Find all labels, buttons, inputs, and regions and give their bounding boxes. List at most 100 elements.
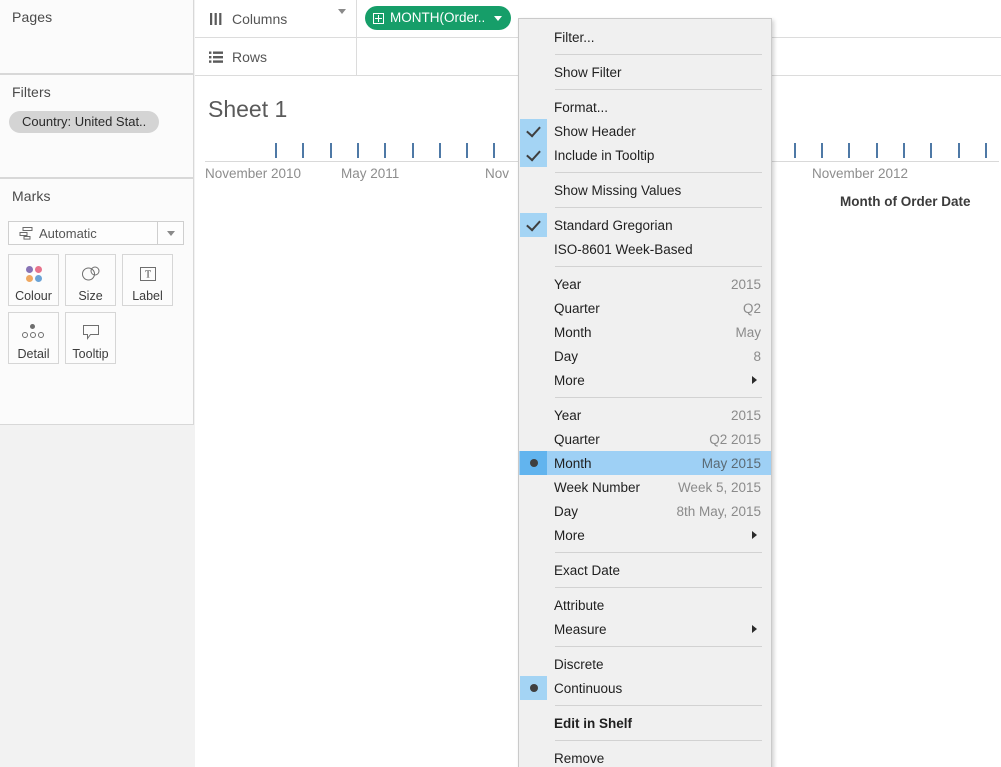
menu-item-label: Show Missing Values — [554, 182, 682, 198]
axis-tick — [848, 143, 851, 158]
menu-item-value: May — [735, 324, 761, 340]
size-circles-icon — [80, 262, 102, 286]
marks-type-dropdown[interactable]: Automatic — [8, 221, 184, 245]
axis-tick — [438, 143, 441, 158]
marks-size-button[interactable]: Size — [65, 254, 116, 306]
menu-separator — [555, 172, 762, 173]
menu-separator — [555, 266, 762, 267]
pill-month-order-date[interactable]: MONTH(Order.. — [365, 6, 512, 30]
menu-item-label: Show Filter — [554, 64, 622, 80]
marks-colour-button[interactable]: Colour — [8, 254, 59, 306]
menu-item[interactable]: Show Header — [519, 119, 771, 143]
axis-tick — [411, 143, 414, 158]
axis-tick-label: May 2011 — [341, 166, 400, 181]
menu-item-label: Month — [554, 455, 592, 471]
marks-type-chevron-down-icon[interactable] — [157, 222, 183, 244]
rows-shelf-label-box: Rows — [195, 38, 357, 75]
menu-item[interactable]: Quarter Q2 — [519, 296, 771, 320]
menu-item-value: Q2 — [742, 300, 761, 316]
axis-tick — [466, 143, 469, 158]
menu-item[interactable]: Standard Gregorian — [519, 213, 771, 237]
menu-item[interactable]: Show Filter — [519, 60, 771, 84]
menu-separator — [555, 705, 762, 706]
menu-item[interactable]: Continuous — [519, 676, 771, 700]
menu-item-label: Day — [554, 503, 579, 519]
menu-item-label: ISO-8601 Week-Based — [554, 241, 693, 257]
radio-dot-icon — [520, 676, 547, 700]
marks-label-button[interactable]: T Label — [122, 254, 173, 306]
menu-item-label: Month — [554, 324, 592, 340]
menu-item[interactable]: Discrete — [519, 652, 771, 676]
marks-detail-button[interactable]: Detail — [8, 312, 59, 364]
radio-dot-icon — [520, 451, 547, 475]
left-sidebar: Pages Filters Country: United Stat.. Mar… — [0, 0, 195, 767]
columns-icon — [205, 12, 227, 25]
x-axis-title: Month of Order Date — [840, 194, 971, 209]
columns-shelf-chevron-down-icon[interactable] — [338, 9, 346, 32]
menu-item[interactable]: Filter... — [519, 25, 771, 49]
menu-item-label: Year — [554, 407, 582, 423]
marks-colour-label: Colour — [15, 289, 52, 303]
menu-item[interactable]: Day 8 — [519, 344, 771, 368]
marks-tooltip-label: Tooltip — [72, 347, 109, 361]
axis-tick — [356, 143, 359, 158]
menu-separator — [555, 646, 762, 647]
menu-item[interactable]: More — [519, 368, 771, 392]
menu-item-label: More — [554, 372, 585, 388]
filter-pill-country[interactable]: Country: United Stat.. — [9, 111, 160, 133]
axis-tick — [902, 143, 905, 158]
menu-item-label: Quarter — [554, 300, 600, 316]
axis-tick — [875, 143, 878, 158]
checkmark-icon — [520, 119, 547, 143]
columns-shelf-name: Columns — [232, 10, 288, 27]
menu-item[interactable]: Attribute — [519, 593, 771, 617]
menu-item[interactable]: Include in Tooltip — [519, 143, 771, 167]
pages-card-title: Pages — [12, 9, 53, 25]
label-text-icon: T — [139, 262, 157, 286]
menu-item-label: Show Header — [554, 123, 636, 139]
menu-item-value: May 2015 — [701, 455, 761, 471]
menu-item[interactable]: Measure — [519, 617, 771, 641]
menu-item[interactable]: Year 2015 — [519, 403, 771, 427]
menu-item[interactable]: Remove — [519, 746, 771, 767]
chevron-right-icon — [752, 376, 757, 384]
detail-dots-icon — [21, 320, 47, 344]
menu-item[interactable]: Show Missing Values — [519, 178, 771, 202]
tableau-worksheet-window: Pages Filters Country: United Stat.. Mar… — [0, 0, 1001, 767]
menu-item-value: 8th May, 2015 — [676, 503, 761, 519]
menu-item[interactable]: Week Number Week 5, 2015 — [519, 475, 771, 499]
menu-item-label: Exact Date — [554, 562, 621, 578]
menu-item[interactable]: Exact Date — [519, 558, 771, 582]
menu-separator — [555, 552, 762, 553]
menu-item[interactable]: Format... — [519, 95, 771, 119]
menu-item[interactable]: ISO-8601 Week-Based — [519, 237, 771, 261]
chevron-right-icon — [752, 625, 757, 633]
columns-shelf-label-box: Columns — [195, 0, 357, 37]
axis-tick — [821, 143, 823, 158]
pill-chevron-down-icon[interactable] — [494, 16, 503, 21]
menu-item-value: 2015 — [730, 276, 761, 292]
marks-label-label: Label — [132, 289, 163, 303]
sheet-title: Sheet 1 — [208, 96, 288, 122]
menu-item[interactable]: Month May — [519, 320, 771, 344]
pages-card: Pages — [0, 0, 194, 74]
marks-detail-label: Detail — [17, 347, 50, 361]
plus-box-icon[interactable] — [373, 12, 384, 24]
menu-item-label: Quarter — [554, 431, 600, 447]
menu-item[interactable]: Year 2015 — [519, 272, 771, 296]
axis-tick — [302, 143, 305, 158]
menu-item-label: Year — [554, 276, 582, 292]
marks-tooltip-button[interactable]: Tooltip — [65, 312, 116, 364]
rows-shelf-name: Rows — [232, 48, 268, 65]
date-field-context-menu[interactable]: Filter... Show Filter Format... Show Header… — [518, 18, 772, 767]
menu-item[interactable]: Month May 2015 — [519, 451, 771, 475]
menu-separator — [555, 89, 762, 90]
menu-item[interactable]: Edit in Shelf — [519, 711, 771, 735]
marks-card: Marks Automatic Colour Size T Label Deta… — [0, 178, 194, 425]
menu-item[interactable]: Quarter Q2 2015 — [519, 427, 771, 451]
svg-text:T: T — [144, 270, 150, 281]
menu-item-label: Discrete — [554, 656, 604, 672]
menu-item[interactable]: More — [519, 523, 771, 547]
menu-item-label: Edit in Shelf — [554, 715, 633, 731]
menu-item[interactable]: Day 8th May, 2015 — [519, 499, 771, 523]
